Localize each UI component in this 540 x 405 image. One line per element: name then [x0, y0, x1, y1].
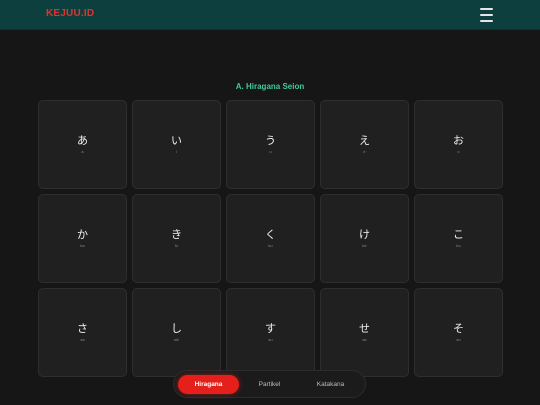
- hamburger-icon: [480, 20, 493, 22]
- kana-character: せ: [359, 322, 370, 335]
- romaji-label: se: [362, 337, 367, 342]
- site-logo[interactable]: KEJUU.ID: [46, 8, 94, 19]
- kana-character: し: [171, 322, 182, 335]
- tab-hiragana[interactable]: Hiragana: [178, 374, 239, 394]
- kana-character: す: [265, 322, 276, 335]
- kana-character: そ: [453, 322, 464, 335]
- kana-card[interactable]: さ sa: [38, 288, 127, 377]
- romaji-label: ke: [362, 243, 367, 248]
- romaji-label: o: [457, 149, 460, 154]
- kana-card[interactable]: おo: [414, 100, 503, 189]
- kana-character: う: [265, 134, 276, 147]
- kana-character: さ: [77, 322, 88, 335]
- kana-card[interactable]: く ku: [226, 194, 315, 283]
- kana-character: け: [359, 228, 370, 241]
- kana-character: か: [77, 228, 88, 241]
- romaji-label: ku: [268, 243, 273, 248]
- romaji-label: ko: [456, 243, 461, 248]
- kana-card[interactable]: いi: [132, 100, 221, 189]
- tab-katakana[interactable]: Katakana: [300, 375, 361, 394]
- hamburger-menu-button[interactable]: [478, 8, 496, 22]
- romaji-label: e: [363, 149, 366, 154]
- kana-character: お: [453, 134, 464, 147]
- section-title: A. Hiragana Seion: [235, 82, 305, 91]
- tab-partikel[interactable]: Partikel: [239, 375, 300, 394]
- kana-card[interactable]: き ki: [132, 194, 221, 283]
- kana-card[interactable]: そ so: [414, 288, 503, 377]
- kana-card[interactable]: うu: [226, 100, 315, 189]
- romaji-label: u: [269, 149, 272, 154]
- top-nav-bar: KEJUU.ID: [0, 0, 540, 30]
- kana-card[interactable]: か ka: [38, 194, 127, 283]
- bottom-tab-bar: Hiragana Partikel Katakana: [173, 370, 366, 398]
- kana-character: こ: [453, 228, 464, 241]
- hamburger-icon: [480, 8, 493, 10]
- romaji-label: sa: [80, 337, 85, 342]
- kana-card[interactable]: し shi: [132, 288, 221, 377]
- romaji-label: i: [176, 149, 177, 154]
- kana-character: い: [171, 134, 182, 147]
- romaji-label: shi: [173, 337, 180, 342]
- romaji-label: su: [268, 337, 273, 342]
- kana-character: え: [359, 134, 370, 147]
- kana-card[interactable]: えe: [320, 100, 409, 189]
- kana-card[interactable]: こ ko: [414, 194, 503, 283]
- kana-character: く: [265, 228, 276, 241]
- romaji-label: a: [81, 149, 84, 154]
- kana-grid: あa いi うu えe おo か ka き ki く ku け ke こ ko さ sa し…: [38, 100, 503, 377]
- hamburger-icon: [480, 14, 493, 16]
- kana-card[interactable]: せ se: [320, 288, 409, 377]
- kana-card[interactable]: す su: [226, 288, 315, 377]
- kana-card[interactable]: あa: [38, 100, 127, 189]
- kana-character: あ: [77, 134, 88, 147]
- romaji-label: ka: [80, 243, 85, 248]
- kana-character: き: [171, 228, 182, 241]
- kana-card[interactable]: け ke: [320, 194, 409, 283]
- romaji-label: so: [456, 337, 461, 342]
- romaji-label: ki: [175, 243, 178, 248]
